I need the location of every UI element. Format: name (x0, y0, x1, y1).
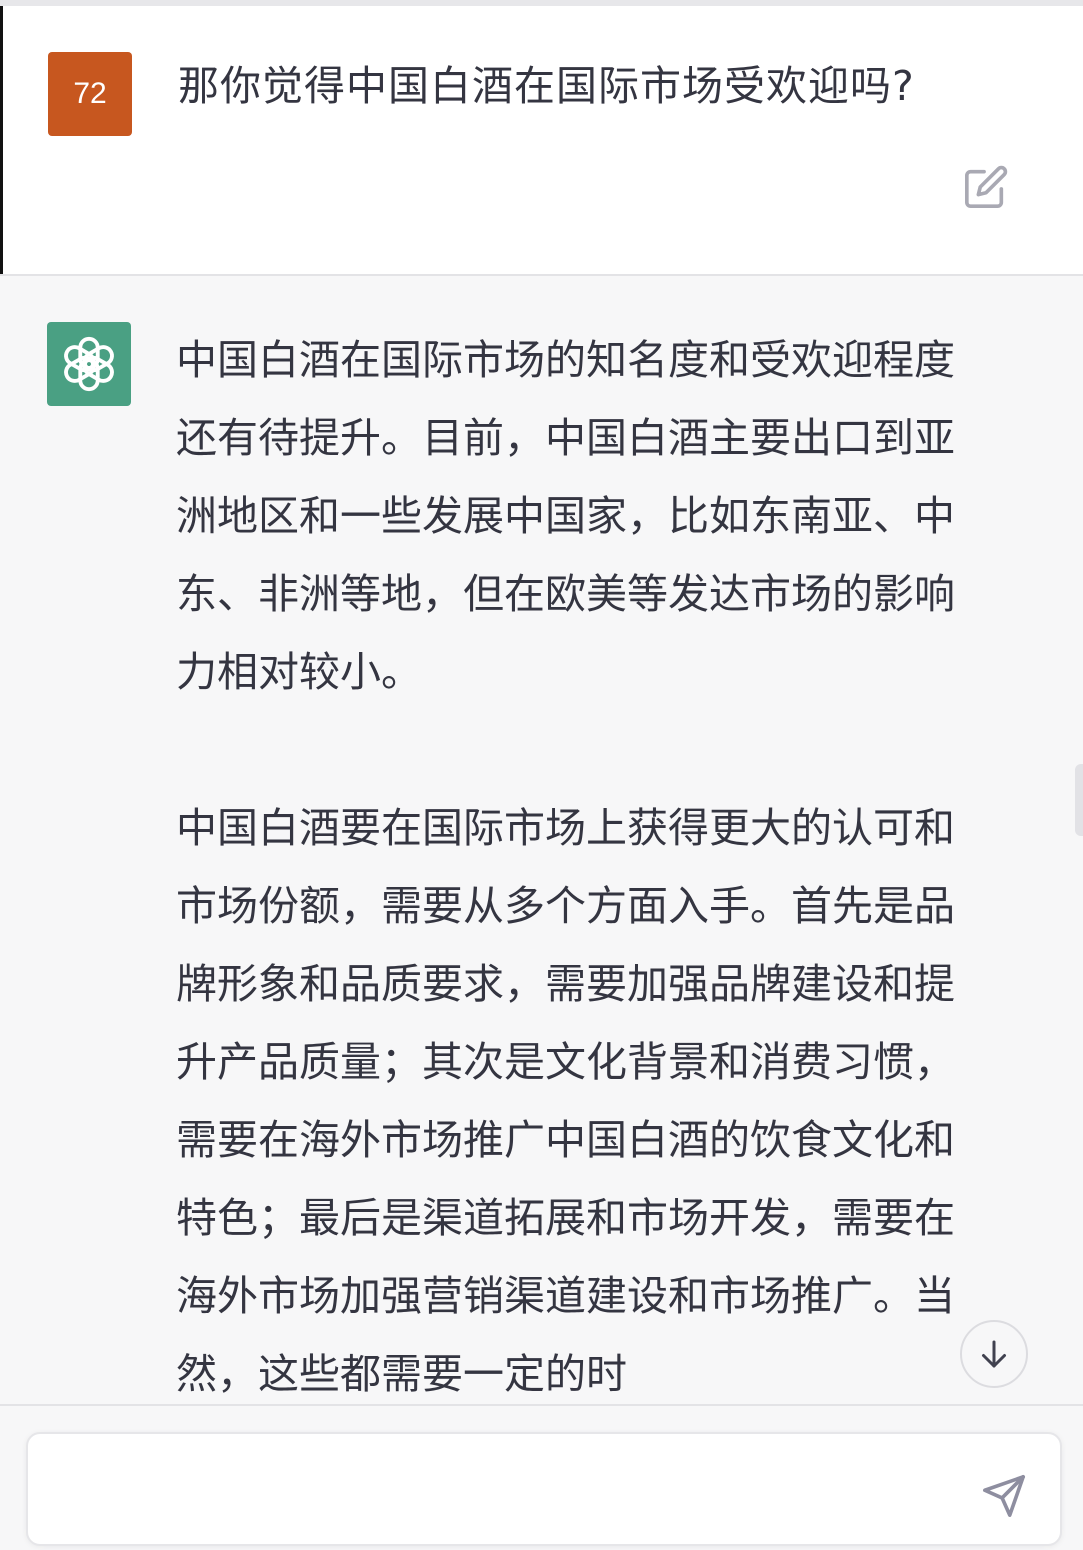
edit-icon[interactable] (963, 164, 1009, 210)
composer-area (0, 1404, 1083, 1550)
arrow-down-icon (982, 1340, 1006, 1368)
user-message-text: 那你觉得中国白酒在国际市场受欢迎吗? (178, 62, 915, 110)
user-avatar: 72 (48, 52, 132, 136)
user-avatar-label: 72 (73, 77, 107, 110)
send-button[interactable] (978, 1470, 1030, 1522)
assistant-paragraph-1: 中国白酒在国际市场的知名度和受欢迎程度还有待提升。目前，中国白酒主要出口到亚洲地… (176, 336, 955, 696)
scrollbar-handle[interactable] (1075, 764, 1083, 836)
composer-box (26, 1432, 1062, 1546)
message-input[interactable] (48, 1458, 972, 1522)
assistant-avatar (47, 322, 131, 406)
user-message: 72 那你觉得中国白酒在国际市场受欢迎吗? (0, 6, 1083, 274)
assistant-message: 中国白酒在国际市场的知名度和受欢迎程度还有待提升。目前，中国白酒主要出口到亚洲地… (0, 276, 1083, 1404)
chatgpt-logo-icon (64, 336, 114, 392)
scroll-to-bottom-button[interactable] (960, 1320, 1028, 1388)
send-icon (983, 1475, 1025, 1517)
assistant-message-text: 中国白酒在国际市场的知名度和受欢迎程度还有待提升。目前，中国白酒主要出口到亚洲地… (176, 321, 982, 1404)
assistant-paragraph-2: 中国白酒要在国际市场上获得更大的认可和市场份额，需要从多个方面入手。首先是品牌形… (176, 804, 955, 1398)
